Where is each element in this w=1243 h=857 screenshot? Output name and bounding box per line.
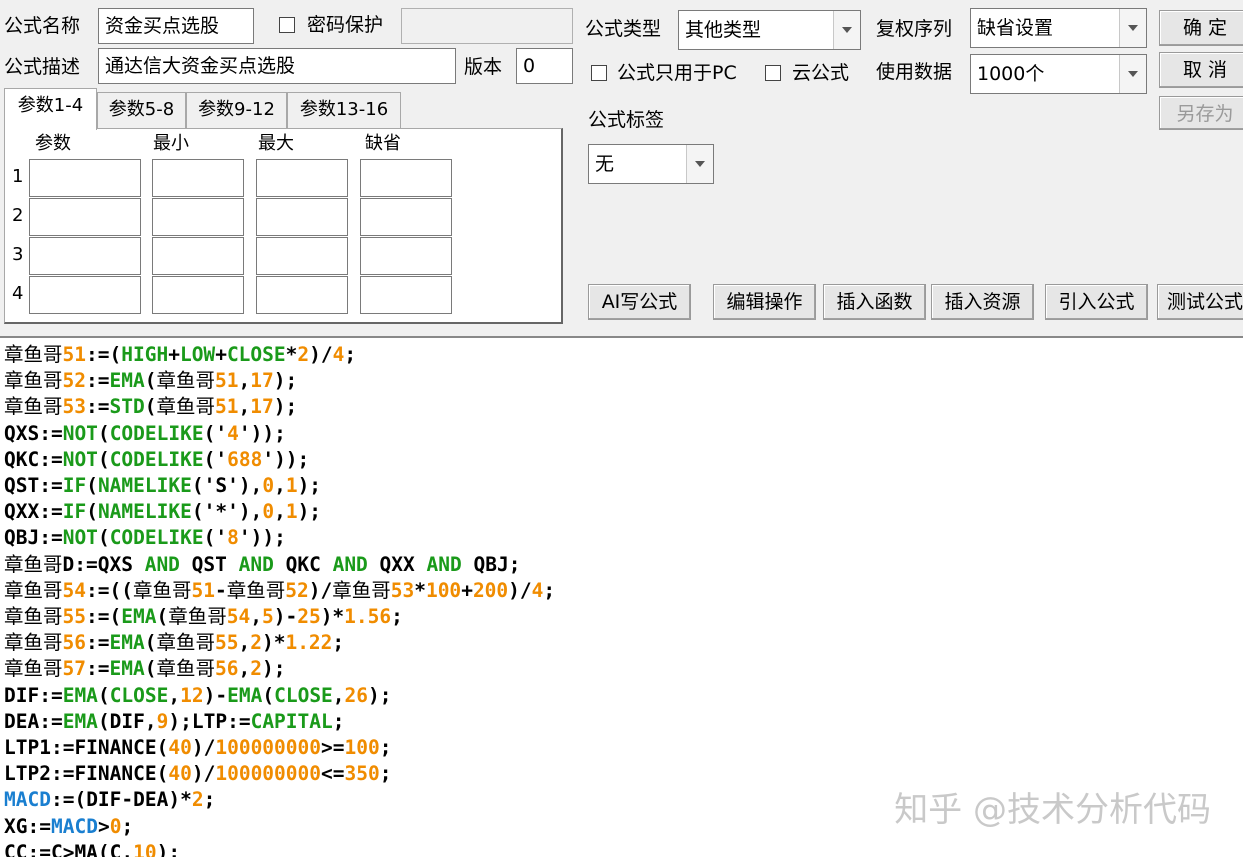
param-4-default[interactable]: [360, 276, 452, 314]
formula-name-label: 公式名称: [4, 15, 81, 37]
fq-select[interactable]: 缺省设置: [970, 8, 1147, 48]
test-formula-button[interactable]: 测试公式: [1157, 284, 1243, 320]
param-1-name[interactable]: [29, 159, 141, 197]
ok-button[interactable]: 确 定: [1159, 10, 1243, 46]
cancel-button[interactable]: 取 消: [1159, 52, 1243, 88]
formula-name-input[interactable]: 资金买点选股: [98, 8, 254, 44]
code-line: 章鱼哥54:=((章鱼哥51-章鱼哥52)/章鱼哥53*100+200)/4;: [4, 578, 556, 602]
param-2-default[interactable]: [360, 198, 452, 236]
code-line: DIF:=EMA(CLOSE,12)-EMA(CLOSE,26);: [4, 683, 392, 707]
param-1-min[interactable]: [152, 159, 244, 197]
code-line: 章鱼哥D:=QXS AND QST AND QKC AND QXX AND QB…: [4, 552, 521, 576]
param-row-3-label: 3: [12, 244, 24, 265]
formula-desc-label: 公式描述: [4, 56, 81, 78]
fq-value: 缺省设置: [977, 17, 1054, 39]
cloud-checkbox[interactable]: [765, 65, 781, 81]
data-count-value: 1000个: [977, 63, 1045, 85]
watermark: 知乎 @技术分析代码: [894, 790, 1211, 830]
fq-label: 复权序列: [876, 18, 953, 40]
param-3-min[interactable]: [152, 237, 244, 275]
param-row-2-label: 2: [12, 205, 24, 226]
save-as-button[interactable]: 另存为: [1159, 96, 1243, 130]
param-2-min[interactable]: [152, 198, 244, 236]
code-line: 章鱼哥53:=STD(章鱼哥51,17);: [4, 395, 298, 419]
password-input[interactable]: [401, 8, 573, 44]
formula-tag-value: 无: [595, 153, 615, 175]
chevron-down-icon[interactable]: [1119, 9, 1146, 47]
code-line: LTP1:=FINANCE(40)/100000000>=100;: [4, 736, 392, 760]
code-line: XG:=MACD>0;: [4, 814, 134, 838]
tab-params-13-16[interactable]: 参数13-16: [287, 92, 401, 128]
param-4-max[interactable]: [256, 276, 348, 314]
param-row-4-label: 4: [12, 283, 24, 304]
code-line: QKC:=NOT(CODELIKE('688'));: [4, 447, 310, 471]
chevron-down-icon[interactable]: [1119, 55, 1146, 93]
param-3-name[interactable]: [29, 237, 141, 275]
tab-params-9-12[interactable]: 参数9-12: [186, 92, 287, 128]
formula-tag-label: 公式标签: [588, 109, 665, 131]
code-line: 章鱼哥55:=(EMA(章鱼哥54,5)-25)*1.56;: [4, 605, 403, 629]
param-1-default[interactable]: [360, 159, 452, 197]
param-4-name[interactable]: [29, 276, 141, 314]
code-line: CC:=C>MA(C,10);: [4, 840, 181, 857]
formula-tag-select[interactable]: 无: [588, 144, 714, 184]
code-line: MACD:=(DIF-DEA)*2;: [4, 788, 216, 812]
chevron-down-icon[interactable]: [833, 11, 860, 49]
password-label: 密码保护: [307, 14, 384, 36]
code-line: QBJ:=NOT(CODELIKE('8'));: [4, 526, 286, 550]
formula-desc-input[interactable]: 通达信大资金买点选股: [98, 48, 456, 84]
edit-ops-button[interactable]: 编辑操作: [713, 284, 816, 320]
import-formula-button[interactable]: 引入公式: [1045, 284, 1148, 320]
code-line: QST:=IF(NAMELIKE('S'),0,1);: [4, 474, 322, 498]
code-line: QXS:=NOT(CODELIKE('4'));: [4, 421, 286, 445]
formula-type-value: 其他类型: [685, 19, 762, 41]
cloud-label: 云公式: [792, 62, 850, 84]
version-label: 版本: [464, 56, 503, 78]
pc-only-label: 公式只用于PC: [617, 62, 737, 84]
param-3-max[interactable]: [256, 237, 348, 275]
version-input[interactable]: 0: [516, 48, 573, 84]
code-line: DEA:=EMA(DIF,9);LTP:=CAPITAL;: [4, 709, 345, 733]
insert-function-button[interactable]: 插入函数: [823, 284, 926, 320]
formula-type-select[interactable]: 其他类型: [678, 10, 861, 50]
param-3-default[interactable]: [360, 237, 452, 275]
code-line: LTP2:=FINANCE(40)/100000000<=350;: [4, 762, 392, 786]
params-panel: 参数 最小 最大 缺省 1 2 3 4: [4, 128, 563, 324]
code-line: 章鱼哥57:=EMA(章鱼哥56,2);: [4, 657, 286, 681]
param-2-max[interactable]: [256, 198, 348, 236]
formula-type-label: 公式类型: [585, 18, 662, 40]
pc-only-checkbox[interactable]: [591, 65, 607, 81]
code-editor[interactable]: 章鱼哥51:=(HIGH+LOW+CLOSE*2)/4; 章鱼哥52:=EMA(…: [0, 336, 1243, 857]
param-4-min[interactable]: [152, 276, 244, 314]
chevron-down-icon[interactable]: [686, 145, 713, 183]
code-line: QXX:=IF(NAMELIKE('*'),0,1);: [4, 500, 322, 524]
password-checkbox[interactable]: [279, 17, 295, 33]
param-header-max: 最大: [258, 133, 294, 154]
ai-formula-button[interactable]: AI写公式: [588, 284, 691, 320]
tab-params-1-4[interactable]: 参数1-4: [4, 88, 97, 130]
param-header-min: 最小: [153, 133, 189, 154]
insert-resource-button[interactable]: 插入资源: [931, 284, 1034, 320]
code-line: 章鱼哥56:=EMA(章鱼哥55,2)*1.22;: [4, 631, 345, 655]
param-header-name: 参数: [35, 133, 71, 154]
code-line: 章鱼哥51:=(HIGH+LOW+CLOSE*2)/4;: [4, 343, 357, 366]
code-text[interactable]: 章鱼哥51:=(HIGH+LOW+CLOSE*2)/4; 章鱼哥52:=EMA(…: [4, 342, 555, 857]
code-line: 章鱼哥52:=EMA(章鱼哥51,17);: [4, 369, 298, 393]
data-count-label: 使用数据: [876, 61, 953, 83]
data-count-select[interactable]: 1000个: [970, 54, 1147, 94]
param-2-name[interactable]: [29, 198, 141, 236]
param-row-1-label: 1: [12, 166, 24, 187]
param-1-max[interactable]: [256, 159, 348, 197]
tab-params-5-8[interactable]: 参数5-8: [97, 92, 186, 128]
param-header-default: 缺省: [365, 133, 401, 154]
